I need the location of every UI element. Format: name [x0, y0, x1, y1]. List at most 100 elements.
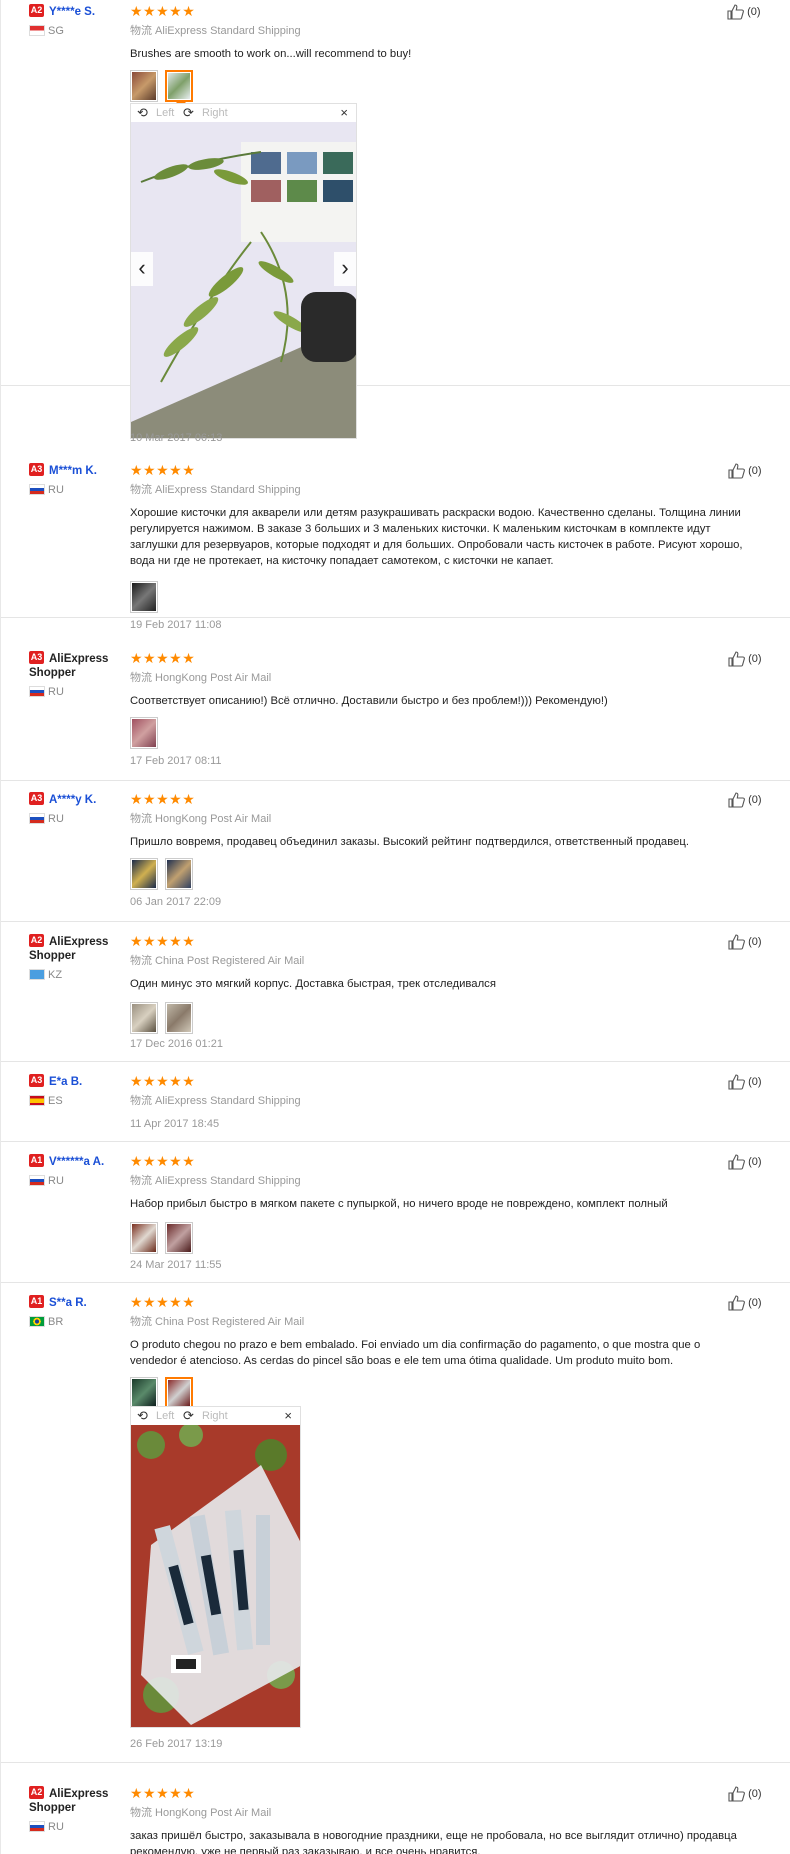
review-item: A2 Y****e S. SG ★★★★★ 物流 AliExpress Stand… [1, 0, 790, 444]
helpful-vote[interactable]: (0) [728, 463, 762, 479]
helpful-vote[interactable]: (0) [728, 792, 762, 808]
photo-thumbnail-selected[interactable] [165, 1377, 193, 1414]
photo-thumbnail[interactable] [130, 858, 158, 890]
flag-br-icon [29, 1316, 45, 1328]
review-text: O produto chegou no prazo e bem embalado… [130, 1339, 701, 1367]
review-date: 06 Jan 2017 22:09 [130, 896, 222, 908]
review-photo-large [131, 1425, 300, 1727]
photo-thumbnail[interactable] [165, 858, 193, 890]
buyer-level-badge: A3 [29, 1074, 44, 1087]
next-photo-arrow-icon[interactable]: › [334, 252, 356, 286]
star-rating: ★★★★★ [130, 791, 196, 807]
reviewer-info: A3 A****y K. RU [29, 792, 139, 825]
helpful-vote[interactable]: (0) [728, 1074, 762, 1090]
photo-thumbnail[interactable] [130, 70, 158, 102]
review-photo-large: ‹ › [131, 122, 356, 438]
shipping-method: 物流 HongKong Post Air Mail [130, 672, 272, 684]
photo-thumbnail[interactable] [130, 1377, 158, 1409]
shipping-method: 物流 AliExpress Standard Shipping [130, 25, 301, 37]
helpful-vote[interactable]: (0) [728, 1786, 762, 1802]
reviewer-country: RU [48, 812, 64, 825]
photo-viewer: ⟲ Left ⟳ Right × [130, 103, 357, 439]
close-icon[interactable]: × [284, 1408, 292, 1423]
reviewer-info: A1 S**a R. BR [29, 1295, 139, 1328]
reviewer-name[interactable]: E*a B. [49, 1076, 82, 1088]
photo-thumbnail[interactable] [130, 581, 158, 613]
buyer-level-badge: A2 [29, 4, 44, 17]
photo-thumbnail[interactable] [130, 1002, 158, 1034]
reviewer-info: A3 E*a B. ES [29, 1074, 139, 1107]
shipping-method: 物流 China Post Registered Air Mail [130, 955, 305, 967]
reviewer-name[interactable]: S**a R. [49, 1297, 87, 1309]
rotate-left-icon[interactable]: ⟲ [137, 1408, 148, 1424]
thumbs-up-icon[interactable] [728, 934, 745, 950]
helpful-count: (0) [748, 1296, 762, 1309]
watercolor-leaves-photo [131, 122, 356, 438]
thumbs-up-icon[interactable] [728, 463, 745, 479]
review-text: Brushes are smooth to work on...will rec… [130, 48, 412, 60]
star-rating: ★★★★★ [130, 933, 196, 949]
close-icon[interactable]: × [340, 105, 348, 120]
flag-ru-icon [29, 686, 45, 698]
thumbs-up-icon[interactable] [727, 4, 744, 20]
buyer-level-badge: A1 [29, 1295, 44, 1308]
helpful-count: (0) [748, 652, 762, 665]
photo-thumbnail[interactable] [165, 1002, 193, 1034]
rotate-right-label[interactable]: Right [202, 1410, 228, 1422]
thumbs-up-icon[interactable] [728, 1074, 745, 1090]
buyer-level-badge: A3 [29, 463, 44, 476]
buyer-level-badge: A1 [29, 1154, 44, 1167]
review-item: A1 S**a R. BR ★★★★★ 物流 China Post Registe… [1, 1283, 790, 1763]
prev-photo-arrow-icon[interactable]: ‹ [131, 252, 153, 286]
thumbs-up-icon[interactable] [728, 651, 745, 667]
buyer-level-badge: A2 [29, 934, 44, 947]
reviewer-name[interactable]: V******a A. [49, 1156, 104, 1168]
reviewer-name[interactable]: M***m K. [49, 465, 97, 477]
rotate-right-icon[interactable]: ⟳ [183, 105, 194, 121]
flag-ru-icon [29, 1175, 45, 1187]
review-item: A1 V******a A. RU ★★★★★ 物流 AliExpress Sta… [1, 1142, 790, 1283]
reviewer-country: KZ [48, 968, 63, 981]
rotate-left-icon[interactable]: ⟲ [137, 105, 148, 121]
star-rating: ★★★★★ [130, 1073, 196, 1089]
star-rating: ★★★★★ [130, 462, 196, 478]
rotate-right-label[interactable]: Right [202, 107, 228, 119]
helpful-count: (0) [748, 793, 762, 806]
reviewer-country: RU [48, 1820, 64, 1833]
helpful-vote[interactable]: (0) [728, 934, 762, 950]
helpful-vote[interactable]: (0) [728, 1295, 762, 1311]
review-photos [130, 1377, 750, 1414]
review-text: Соответствует описанию!) Всё отлично. До… [130, 695, 608, 707]
photo-thumbnail[interactable] [130, 717, 158, 749]
flag-kz-icon [29, 969, 45, 981]
helpful-vote[interactable]: (0) [727, 4, 761, 20]
shipping-method: 物流 AliExpress Standard Shipping [130, 1095, 301, 1107]
photo-thumbnail-selected[interactable] [165, 70, 193, 107]
thumbs-up-icon[interactable] [728, 1786, 745, 1802]
star-rating: ★★★★★ [130, 1785, 196, 1801]
reviewer-country: RU [48, 1174, 64, 1187]
review-photos [130, 1222, 750, 1254]
rotate-left-label[interactable]: Left [156, 107, 174, 119]
photo-thumbnail[interactable] [165, 1222, 193, 1254]
helpful-count: (0) [748, 464, 762, 477]
buyer-level-badge: A2 [29, 1786, 44, 1799]
thumbs-up-icon[interactable] [728, 1295, 745, 1311]
review-photos [130, 858, 750, 890]
reviewer-name[interactable]: A****y K. [49, 794, 96, 806]
flag-ru-icon [29, 1821, 45, 1833]
helpful-count: (0) [747, 5, 761, 18]
reviewer-info: A3 AliExpress Shopper RU [29, 651, 139, 698]
helpful-vote[interactable]: (0) [728, 1154, 762, 1170]
thumbs-up-icon[interactable] [728, 1154, 745, 1170]
review-date: 17 Feb 2017 08:11 [130, 755, 222, 767]
photo-thumbnail[interactable] [130, 1222, 158, 1254]
rotate-left-label[interactable]: Left [156, 1410, 174, 1422]
reviewer-info: A2 AliExpress Shopper KZ [29, 934, 139, 981]
rotate-right-icon[interactable]: ⟳ [183, 1408, 194, 1424]
thumbs-up-icon[interactable] [728, 792, 745, 808]
helpful-vote[interactable]: (0) [728, 651, 762, 667]
review-text: Набор прибыл быстро в мягком пакете с пу… [130, 1198, 668, 1210]
reviewer-name[interactable]: Y****e S. [49, 6, 95, 18]
buyer-level-badge: A3 [29, 792, 44, 805]
